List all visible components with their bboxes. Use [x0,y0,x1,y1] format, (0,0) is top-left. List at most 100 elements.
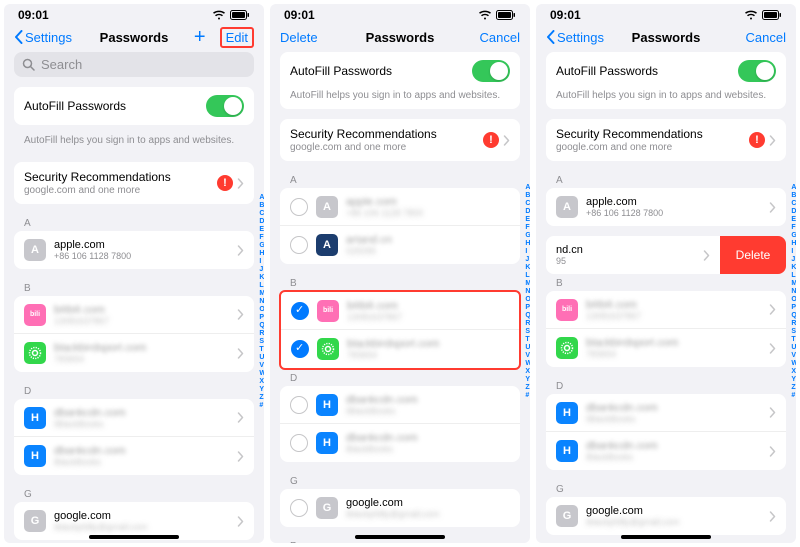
nav-right-button[interactable]: Cancel [746,30,786,45]
select-radio[interactable] [291,302,309,320]
password-row[interactable]: H dbankcdn.com IBlackBooks [546,394,786,432]
index-letter[interactable]: N [525,288,530,296]
index-letter[interactable]: O [525,296,530,304]
password-row[interactable]: bili bilibili.com 13081637867 [14,296,254,334]
index-letter[interactable]: T [525,336,530,344]
index-letter[interactable]: L [259,282,264,290]
index-letter[interactable]: L [525,272,530,280]
index-letter[interactable]: G [525,232,530,240]
password-row[interactable]: blackbirdsport.com 783654 [546,329,786,367]
index-letter[interactable]: H [525,240,530,248]
back-button[interactable]: Settings [14,30,72,45]
index-letter[interactable]: Z [259,394,264,402]
index-letter[interactable]: M [259,290,264,298]
index-letter[interactable]: P [259,314,264,322]
index-letter[interactable]: N [259,298,264,306]
index-letter[interactable]: K [525,264,530,272]
index-letter[interactable]: H [259,250,264,258]
index-letter[interactable]: S [525,328,530,336]
index-letter[interactable]: T [791,336,796,344]
edit-button[interactable]: Edit [220,27,254,48]
index-letter[interactable]: M [791,280,796,288]
index-letter[interactable]: I [259,258,264,266]
index-letter[interactable]: O [259,306,264,314]
index-letter[interactable]: C [525,200,530,208]
delete-action[interactable]: Delete [280,30,318,45]
index-letter[interactable]: F [525,224,530,232]
password-row[interactable]: G google.com iblackphilly@gmail.com [546,497,786,535]
index-letter[interactable]: B [525,192,530,200]
index-letter[interactable]: H [791,240,796,248]
index-letter[interactable]: X [525,368,530,376]
index-letter[interactable]: A [525,184,530,192]
index-letter[interactable]: S [791,328,796,336]
index-letter[interactable]: K [259,274,264,282]
autofill-toggle[interactable] [206,95,244,117]
select-radio[interactable] [290,396,308,414]
back-button[interactable]: Settings [546,30,604,45]
index-letter[interactable]: V [525,352,530,360]
index-letter[interactable]: B [259,202,264,210]
autofill-toggle[interactable] [472,60,510,82]
password-row[interactable]: H dbankcdn.com BlackBooks [14,437,254,475]
home-indicator[interactable] [355,535,445,539]
select-radio[interactable] [290,198,308,216]
security-card[interactable]: Security Recommendations google.com and … [280,119,520,161]
password-row[interactable]: H dbankcdn.com IBlackBooks [280,386,520,424]
password-row[interactable]: A apple.com +86 106 1128 7800 [280,188,520,226]
index-letter[interactable]: C [791,200,796,208]
index-letter[interactable]: P [525,304,530,312]
index-letter[interactable]: S [259,338,264,346]
index-letter[interactable]: P [791,304,796,312]
password-row[interactable]: H dbankcdn.com BlackBooks [280,424,520,462]
index-letter[interactable]: E [791,216,796,224]
index-letter[interactable]: J [259,266,264,274]
index-letter[interactable]: U [525,344,530,352]
swipe-delete-row[interactable]: nd.cn 95 Delete [546,236,786,274]
index-letter[interactable]: J [791,256,796,264]
index-letter[interactable]: K [791,264,796,272]
password-row[interactable]: A apple.com +86 106 1128 7800 [14,231,254,269]
index-letter[interactable]: # [791,392,796,400]
select-radio[interactable] [290,434,308,452]
index-letter[interactable]: U [259,354,264,362]
index-letter[interactable]: I [525,248,530,256]
index-letter[interactable]: X [791,368,796,376]
index-letter[interactable]: Y [525,376,530,384]
password-row[interactable]: bili bilibili.com 13081637867 [546,291,786,329]
index-letter[interactable]: D [525,208,530,216]
password-row[interactable]: A artand.cn 025095 [280,226,520,264]
index-letter[interactable]: N [791,288,796,296]
index-letter[interactable]: T [259,346,264,354]
index-letter[interactable]: W [259,370,264,378]
index-letter[interactable]: U [791,344,796,352]
select-radio[interactable] [290,236,308,254]
select-radio[interactable] [290,499,308,517]
index-letter[interactable]: A [259,194,264,202]
index-letter[interactable]: B [791,192,796,200]
index-letter[interactable]: R [525,320,530,328]
index-letter[interactable]: E [525,216,530,224]
index-letter[interactable]: Y [259,386,264,394]
index-letter[interactable]: M [525,280,530,288]
password-row[interactable]: A apple.com +86 106 1128 7800 [546,188,786,226]
home-indicator[interactable] [89,535,179,539]
home-indicator[interactable] [621,535,711,539]
index-letter[interactable]: I [791,248,796,256]
index-letter[interactable]: V [259,362,264,370]
index-letter[interactable]: W [791,360,796,368]
index-letter[interactable]: Y [791,376,796,384]
add-button[interactable]: + [194,26,212,49]
index-letter[interactable]: # [525,392,530,400]
nav-right-button[interactable]: Cancel [480,30,520,45]
index-letter[interactable]: V [791,352,796,360]
index-letter[interactable]: D [259,218,264,226]
index-letter[interactable]: Q [791,312,796,320]
delete-button[interactable]: Delete [720,236,786,274]
password-row[interactable]: blackbirdsport.com 783654 [281,330,519,368]
index-letter[interactable]: Z [525,384,530,392]
index-letter[interactable]: R [259,330,264,338]
autofill-toggle[interactable] [738,60,776,82]
security-card[interactable]: Security Recommendations google.com and … [546,119,786,161]
index-strip[interactable]: ABCDEFGHIJKLMNOPQRSTUVWXYZ# [525,184,530,400]
